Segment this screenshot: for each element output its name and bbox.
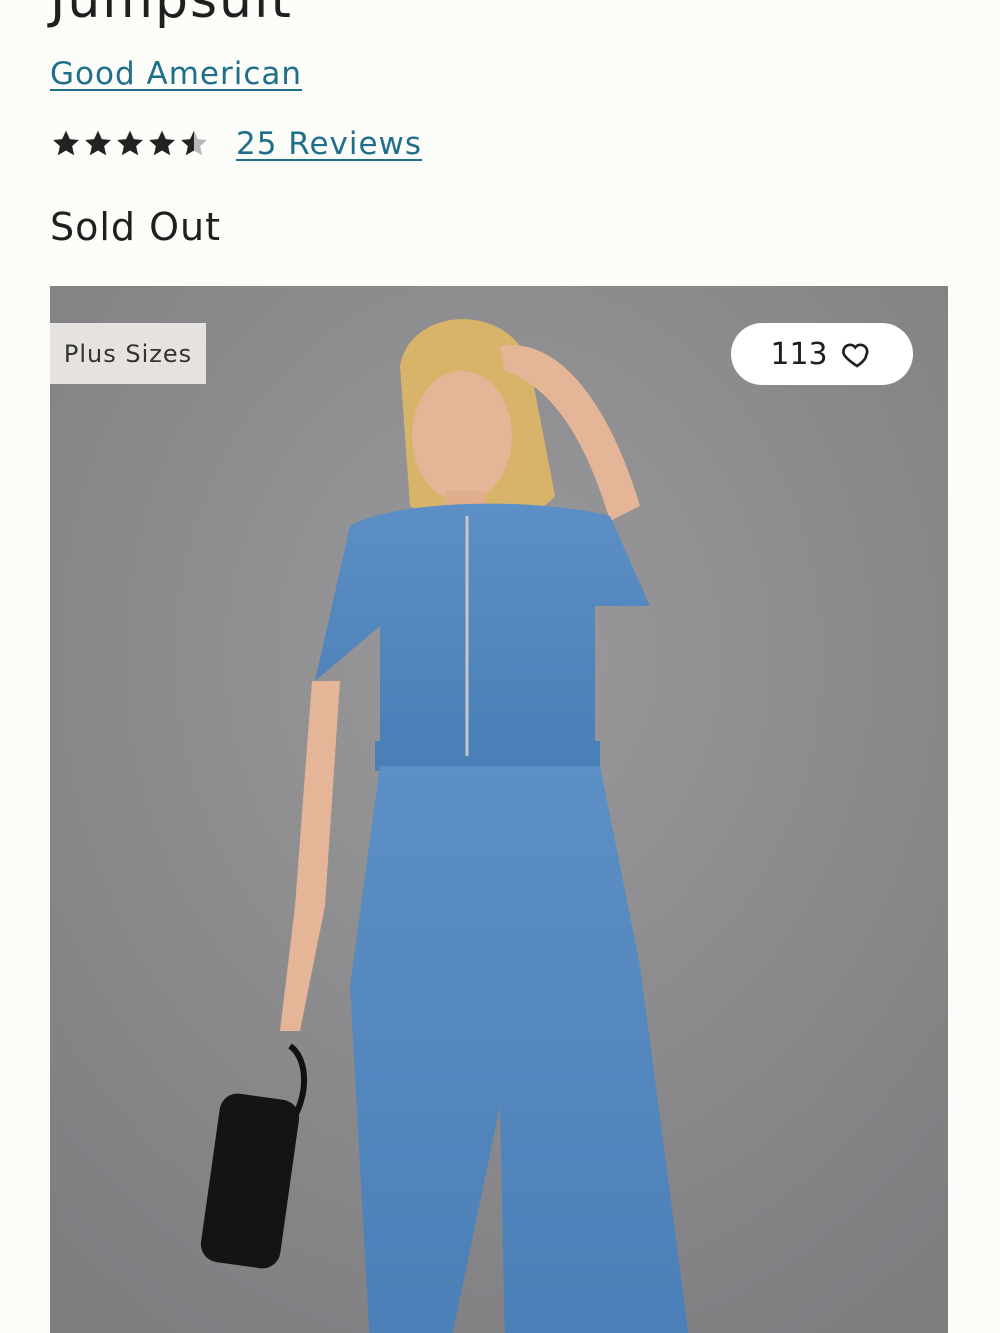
model-photo xyxy=(50,286,948,1333)
product-image[interactable]: Plus Sizes 113 xyxy=(50,286,948,1333)
star-icon xyxy=(117,130,143,156)
plus-sizes-badge: Plus Sizes xyxy=(50,323,206,384)
favorite-button[interactable]: 113 xyxy=(731,323,913,385)
stock-status: Sold Out xyxy=(50,205,222,249)
star-icon xyxy=(53,130,79,156)
favorite-count: 113 xyxy=(770,336,828,372)
star-icon xyxy=(149,130,175,156)
half-star-icon xyxy=(181,130,207,156)
heart-outline-icon xyxy=(841,343,869,368)
brand-link[interactable]: Good American xyxy=(50,56,302,92)
reviews-link[interactable]: 25 Reviews xyxy=(236,126,422,162)
star-rating xyxy=(50,128,210,160)
product-title: Jumpsuit xyxy=(50,0,293,30)
rating-row: 25 Reviews xyxy=(50,126,422,162)
product-page: Jumpsuit Good American 25 Reviews Sold O… xyxy=(0,0,1000,1333)
star-icon xyxy=(85,130,111,156)
